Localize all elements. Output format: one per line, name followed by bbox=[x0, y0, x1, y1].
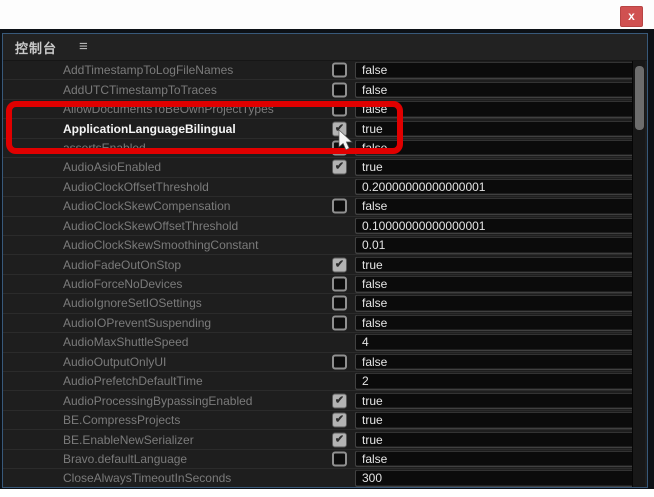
table-row[interactable]: assertsEnabled false bbox=[3, 139, 633, 158]
table-row[interactable]: AudioMaxShuttleSpeed 4 bbox=[3, 333, 633, 352]
checkbox-unchecked[interactable] bbox=[332, 140, 347, 155]
table-row[interactable]: AudioClockSkewSmoothingConstant 0.01 bbox=[3, 236, 633, 255]
setting-value-field[interactable]: 2 bbox=[355, 373, 634, 390]
table-row[interactable]: AddTimestampToLogFileNames false bbox=[3, 61, 633, 80]
setting-name: AudioFadeOutOnStop bbox=[63, 258, 181, 272]
checkbox-unchecked[interactable] bbox=[332, 451, 347, 466]
setting-name: Bravo.defaultLanguage bbox=[63, 452, 187, 466]
table-row[interactable]: AudioIgnoreSetIOSettings false bbox=[3, 294, 633, 313]
checkbox-unchecked[interactable] bbox=[332, 63, 347, 78]
setting-value-field[interactable]: 4 bbox=[355, 334, 634, 351]
checkbox-checked[interactable]: ✔ bbox=[332, 432, 347, 447]
setting-name: AddUTCTimestampToTraces bbox=[63, 83, 217, 97]
table-row[interactable]: AddUTCTimestampToTraces false bbox=[3, 80, 633, 99]
checkbox-checked[interactable]: ✔ bbox=[332, 257, 347, 272]
setting-name: AudioForceNoDevices bbox=[63, 277, 182, 291]
setting-name: AudioMaxShuttleSpeed bbox=[63, 335, 188, 349]
setting-name: AudioClockSkewOffsetThreshold bbox=[63, 219, 238, 233]
setting-value-field[interactable]: 0.01 bbox=[355, 237, 634, 254]
settings-list: AddTimestampToLogFileNamesfalseAddUTCTim… bbox=[3, 61, 633, 487]
table-row[interactable]: AudioPrefetchDefaultTime 2 bbox=[3, 372, 633, 391]
table-row[interactable]: AudioForceNoDevices false bbox=[3, 275, 633, 294]
checkbox-unchecked[interactable] bbox=[332, 82, 347, 97]
setting-value-field[interactable]: false bbox=[355, 315, 634, 332]
setting-name: CloseAlwaysTimeoutInSeconds bbox=[63, 471, 231, 485]
table-row[interactable]: Bravo.defaultLanguage false bbox=[3, 450, 633, 469]
checkbox-unchecked[interactable] bbox=[332, 102, 347, 117]
setting-name: AudioClockSkewCompensation bbox=[63, 199, 230, 213]
table-row[interactable]: BE.EnableNewSerializer ✔ true bbox=[3, 430, 633, 449]
checkbox-unchecked[interactable] bbox=[332, 354, 347, 369]
window-frame: 控制台 ≡ AddTimestampToLogFileNamesfalseAdd… bbox=[0, 29, 654, 489]
setting-value-field[interactable]: true bbox=[355, 256, 634, 273]
setting-name: AddTimestampToLogFileNames bbox=[63, 63, 233, 77]
checkbox-checked[interactable]: ✔ bbox=[332, 393, 347, 408]
setting-value-field[interactable]: true bbox=[355, 392, 634, 409]
scrollbar-thumb[interactable] bbox=[635, 66, 644, 130]
setting-value-field[interactable]: 0.10000000000000001 bbox=[355, 217, 634, 234]
checkbox-unchecked[interactable] bbox=[332, 199, 347, 214]
console-panel: 控制台 ≡ AddTimestampToLogFileNamesfalseAdd… bbox=[2, 33, 648, 488]
setting-value-field[interactable]: false bbox=[355, 451, 634, 468]
table-row[interactable]: AudioIOPreventSuspending false bbox=[3, 314, 633, 333]
setting-name: AllowDocumentsToBeOwnProjectTypes bbox=[63, 102, 274, 116]
setting-name: AudioClockOffsetThreshold bbox=[63, 180, 209, 194]
checkmark-icon: ✔ bbox=[333, 414, 346, 427]
table-row[interactable]: AllowDocumentsToBeOwnProjectTypes false bbox=[3, 100, 633, 119]
setting-value-field[interactable]: false bbox=[355, 276, 634, 293]
window-titlebar: x bbox=[0, 0, 654, 29]
checkmark-icon: ✔ bbox=[333, 122, 346, 135]
checkbox-checked[interactable]: ✔ bbox=[332, 413, 347, 428]
setting-value-field[interactable]: false bbox=[355, 354, 634, 371]
setting-name: AudioOutputOnlyUI bbox=[63, 355, 166, 369]
setting-value-field[interactable]: true bbox=[355, 431, 634, 448]
checkmark-icon: ✔ bbox=[333, 433, 346, 446]
table-row[interactable]: AudioOutputOnlyUI false bbox=[3, 353, 633, 372]
setting-name: BE.CompressProjects bbox=[63, 413, 180, 427]
table-row[interactable]: AudioFadeOutOnStop ✔ true bbox=[3, 255, 633, 274]
setting-value-field[interactable]: false bbox=[355, 140, 634, 157]
panel-header: 控制台 ≡ bbox=[3, 34, 647, 61]
setting-name: AudioPrefetchDefaultTime bbox=[63, 374, 203, 388]
setting-value-field[interactable]: true bbox=[355, 120, 634, 137]
setting-name: AudioIgnoreSetIOSettings bbox=[63, 296, 202, 310]
setting-value-field[interactable]: 300 bbox=[355, 470, 634, 487]
setting-name: AudioProcessingBypassingEnabled bbox=[63, 394, 252, 408]
tab-console[interactable]: 控制台 bbox=[15, 38, 57, 57]
checkmark-icon: ✔ bbox=[333, 161, 346, 174]
setting-value-field[interactable]: false bbox=[355, 198, 634, 215]
setting-value-field[interactable]: false bbox=[355, 295, 634, 312]
setting-name: AudioIOPreventSuspending bbox=[63, 316, 211, 330]
table-row[interactable]: AudioClockSkewOffsetThreshold 0.100000000… bbox=[3, 217, 633, 236]
setting-name: assertsEnabled bbox=[63, 141, 146, 155]
table-row[interactable]: AudioAsioEnabled ✔ true bbox=[3, 158, 633, 177]
checkbox-unchecked[interactable] bbox=[332, 296, 347, 311]
table-row[interactable]: BE.CompressProjects ✔ true bbox=[3, 411, 633, 430]
table-row[interactable]: CloseAlwaysTimeoutInSeconds 300 bbox=[3, 469, 633, 488]
setting-value-field[interactable]: false bbox=[355, 62, 634, 79]
checkmark-icon: ✔ bbox=[333, 394, 346, 407]
table-row[interactable]: AudioClockOffsetThreshold 0.2000000000000… bbox=[3, 178, 633, 197]
close-button[interactable]: x bbox=[620, 6, 643, 27]
checkbox-checked[interactable]: ✔ bbox=[332, 121, 347, 136]
setting-value-field[interactable]: 0.20000000000000001 bbox=[355, 179, 634, 196]
checkbox-unchecked[interactable] bbox=[332, 277, 347, 292]
table-row[interactable]: AudioClockSkewCompensation false bbox=[3, 197, 633, 216]
setting-value-field[interactable]: true bbox=[355, 159, 634, 176]
scrollbar[interactable] bbox=[632, 61, 645, 487]
panel-menu-icon[interactable]: ≡ bbox=[79, 42, 88, 52]
setting-value-field[interactable]: true bbox=[355, 412, 634, 429]
checkbox-checked[interactable]: ✔ bbox=[332, 160, 347, 175]
setting-name: AudioClockSkewSmoothingConstant bbox=[63, 238, 258, 252]
setting-name: ApplicationLanguageBilingual bbox=[63, 122, 236, 136]
setting-name: BE.EnableNewSerializer bbox=[63, 433, 194, 447]
table-row[interactable]: ApplicationLanguageBilingual ✔ true bbox=[3, 119, 633, 138]
checkmark-icon: ✔ bbox=[333, 258, 346, 271]
table-row[interactable]: AudioProcessingBypassingEnabled ✔ true bbox=[3, 391, 633, 410]
checkbox-unchecked[interactable] bbox=[332, 315, 347, 330]
setting-name: AudioAsioEnabled bbox=[63, 160, 161, 174]
setting-value-field[interactable]: false bbox=[355, 101, 634, 118]
setting-value-field[interactable]: false bbox=[355, 81, 634, 98]
